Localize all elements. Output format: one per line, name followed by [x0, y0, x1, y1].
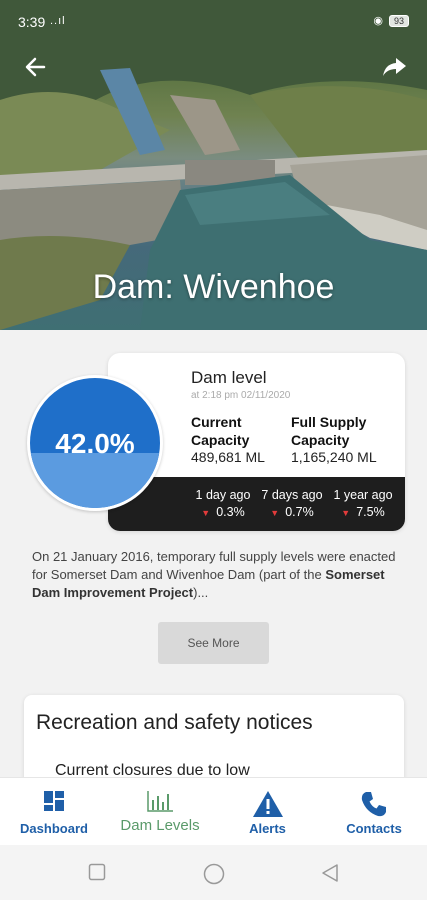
warning-icon: [252, 790, 284, 823]
nav-dashboard[interactable]: Dashboard: [10, 778, 98, 846]
system-navigation-bar: [0, 845, 427, 900]
description-text-end: )...: [193, 585, 209, 600]
nav-label: Dam Levels: [120, 817, 200, 834]
change-value: 7.5%: [356, 505, 385, 519]
bottom-navigation: Dashboard Dam Levels Alerts Contacts: [0, 777, 427, 845]
dam-description: On 21 January 2016, temporary full suppl…: [32, 548, 397, 602]
dam-level-gauge: 42.0%: [27, 375, 163, 511]
notices-title: Recreation and safety notices: [36, 711, 313, 734]
back-triangle-icon[interactable]: [320, 863, 340, 888]
back-arrow-icon[interactable]: [20, 52, 50, 82]
phone-icon: [360, 790, 388, 823]
current-capacity-label: Current Capacity: [191, 414, 250, 448]
status-time: 3:39: [18, 14, 46, 30]
down-arrow-icon: ▼: [201, 508, 211, 518]
see-more-button[interactable]: See More: [158, 622, 269, 664]
share-icon[interactable]: [379, 52, 409, 82]
down-arrow-icon: ▼: [270, 508, 280, 518]
nav-dam-levels[interactable]: Dam Levels: [110, 778, 210, 846]
nav-label: Contacts: [346, 821, 402, 836]
change-period: 1 year ago: [333, 488, 393, 502]
change-1-day: 1 day ago ▼ 0.3%: [188, 487, 258, 522]
alarm-icon: ◉: [373, 15, 383, 27]
down-arrow-icon: ▼: [341, 508, 351, 518]
dam-level-percent: 42.0%: [55, 428, 135, 459]
dashboard-icon: [43, 790, 65, 817]
change-value: 0.7%: [285, 505, 314, 519]
dam-hero-image: 3:39 ..ıl ◉ 93 Dam: Wivenhoe: [0, 0, 427, 330]
battery-icon: 93: [388, 14, 409, 27]
full-supply-capacity-value: 1,165,240 ML: [291, 449, 377, 465]
status-bar: 3:39 ..ıl ◉ 93: [0, 0, 427, 42]
home-icon[interactable]: [203, 863, 225, 890]
nav-alerts[interactable]: Alerts: [225, 778, 310, 846]
dam-level-heading: Dam level: [191, 368, 267, 387]
signal-icon: ..ıl: [50, 15, 66, 27]
dam-level-timestamp: at 2:18 pm 02/11/2020: [191, 390, 291, 401]
change-value: 0.3%: [216, 505, 245, 519]
recents-icon[interactable]: [88, 863, 106, 886]
full-supply-capacity-label: Full Supply Capacity: [291, 414, 367, 448]
gauge-fill: [30, 453, 160, 508]
bar-chart-icon: [146, 790, 174, 817]
change-period: 7 days ago: [261, 488, 323, 502]
nav-contacts[interactable]: Contacts: [330, 778, 418, 846]
nav-label: Alerts: [249, 821, 286, 836]
change-period: 1 day ago: [195, 488, 251, 502]
nav-label: Dashboard: [20, 821, 88, 836]
current-capacity-value: 489,681 ML: [191, 449, 265, 465]
change-7-days: 7 days ago ▼ 0.7%: [257, 487, 327, 522]
dam-title: Dam: Wivenhoe: [92, 268, 335, 306]
change-1-year: 1 year ago ▼ 7.5%: [325, 487, 401, 522]
